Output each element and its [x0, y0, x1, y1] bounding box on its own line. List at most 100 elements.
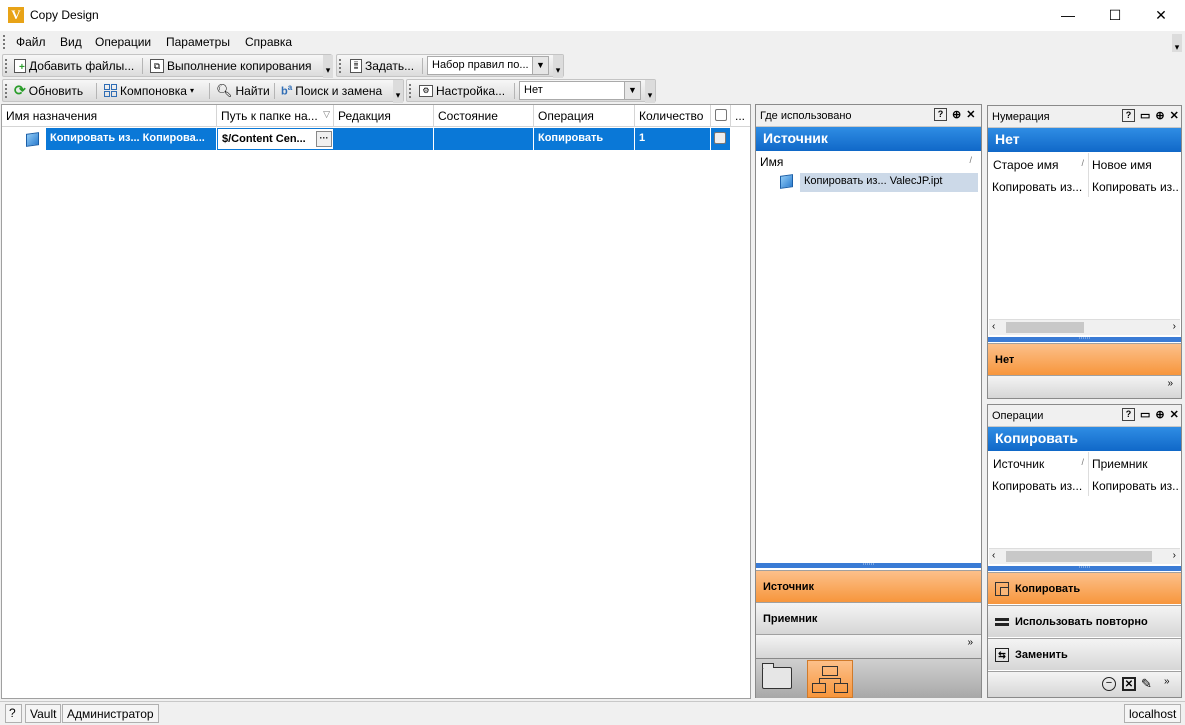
op-replace-button[interactable]: ⇆ Заменить	[988, 638, 1181, 670]
op-reuse-button[interactable]: Использовать повторно	[988, 605, 1181, 637]
toolbar-overflow-icon[interactable]: ▾	[393, 80, 403, 103]
magnifier-icon: 🔍︎	[216, 82, 233, 98]
menu-file[interactable]: Файл	[16, 35, 46, 49]
ruleset-select[interactable]: Набор правил по...	[427, 56, 549, 75]
status-vault: Vault	[25, 704, 62, 723]
maximize-button[interactable]: ☐	[1092, 0, 1138, 31]
add-files-button[interactable]: + Добавить файлы...	[11, 55, 137, 76]
cell-state[interactable]	[434, 128, 534, 150]
chevron-down-icon[interactable]: ▼	[532, 57, 548, 74]
cell-operation[interactable]: Копировать	[534, 128, 635, 150]
hierarchy-icon[interactable]	[807, 660, 853, 698]
header-checkbox[interactable]	[715, 109, 727, 121]
chevron-down-icon[interactable]: ▼	[624, 82, 640, 99]
pin-icon[interactable]: ⊕	[1155, 408, 1164, 421]
op-copy-button[interactable]: Копировать	[988, 572, 1181, 604]
column-operation[interactable]: Операция	[534, 105, 635, 127]
help-icon[interactable]: ?	[1122, 109, 1135, 122]
column-checkbox[interactable]	[711, 105, 731, 127]
column-folder-path[interactable]: Путь к папке на... ▽	[217, 105, 334, 127]
column-quantity[interactable]: Количество	[635, 105, 711, 127]
run-copy-button[interactable]: ⧉ Выполнение копирования	[147, 55, 315, 76]
numbering-col-new[interactable]: Новое имя	[1092, 158, 1180, 172]
panel-splitter[interactable]: ⋯⋯	[988, 565, 1181, 571]
toolbar-overflow-icon[interactable]: ▾	[645, 80, 655, 103]
column-more[interactable]: ...	[731, 105, 750, 127]
remove-icon[interactable]: −	[1102, 677, 1116, 691]
nav-overflow-icon[interactable]: »	[756, 634, 981, 658]
layout-grid-icon	[104, 84, 117, 97]
panel-splitter[interactable]: ⋯⋯	[756, 562, 981, 568]
scroll-thumb[interactable]	[1006, 551, 1152, 562]
menubar-overflow-icon[interactable]: ▾	[1172, 34, 1182, 52]
toolbar-overflow-icon[interactable]: ▾	[553, 55, 563, 78]
status-help-icon[interactable]: ?	[5, 704, 22, 723]
close-button[interactable]: ✕	[1138, 0, 1184, 31]
cell-target-name[interactable]: Копировать из... Копирова...	[46, 128, 217, 150]
operations-col-target[interactable]: Приемник	[1092, 457, 1180, 471]
column-state[interactable]: Состояние	[434, 105, 534, 127]
column-revision[interactable]: Редакция	[334, 105, 434, 127]
cell-revision[interactable]	[334, 128, 434, 150]
scroll-thumb[interactable]	[1006, 322, 1084, 333]
column-divider	[1088, 153, 1089, 197]
numbering-row-old[interactable]: Копировать из...	[992, 180, 1086, 194]
toolbar-grip[interactable]	[339, 59, 343, 73]
menu-operations[interactable]: Операции	[95, 35, 151, 49]
horizontal-scrollbar[interactable]: ‹ ›	[989, 548, 1180, 564]
where-used-col-name[interactable]: Имя /	[760, 155, 976, 173]
scroll-right-icon[interactable]: ›	[1173, 550, 1176, 561]
toolbar-grip[interactable]	[5, 84, 9, 98]
menubar-grip[interactable]	[3, 35, 7, 49]
restore-icon[interactable]: ▭	[1140, 109, 1150, 122]
operations-col-source[interactable]: Источник /	[993, 457, 1088, 471]
pin-icon[interactable]: ⊕	[952, 108, 961, 121]
settings-button[interactable]: ⚙ Настройка...	[416, 80, 508, 101]
find-button[interactable]: 🔍︎ Найти	[213, 80, 273, 101]
nav-target-button[interactable]: Приемник	[756, 602, 981, 634]
menu-help[interactable]: Справка	[245, 35, 292, 49]
refresh-button[interactable]: ⟳ Обновить	[11, 80, 86, 101]
pin-icon[interactable]: ⊕	[1155, 109, 1164, 122]
toolbar-grip[interactable]	[409, 84, 413, 98]
browse-path-button[interactable]: ···	[316, 131, 332, 147]
minimize-button[interactable]: —	[1045, 0, 1091, 31]
table-row[interactable]: Копировать из... Копирова... $/Content C…	[2, 128, 750, 150]
delete-box-icon[interactable]: ✕	[1122, 677, 1136, 691]
panel-splitter[interactable]: ⋯⋯	[988, 336, 1181, 342]
operations-row-target[interactable]: Копировать из...	[1092, 479, 1180, 493]
layout-button[interactable]: Компоновка ▾	[101, 80, 197, 101]
cell-checkbox[interactable]	[711, 128, 731, 150]
close-icon[interactable]: ✕	[1170, 408, 1179, 421]
find-replace-button[interactable]: ba Поиск и замена	[278, 80, 385, 101]
restore-icon[interactable]: ▭	[1140, 408, 1150, 421]
nav-overflow-icon[interactable]: »	[1164, 676, 1170, 687]
toolbar-grip[interactable]	[5, 59, 9, 73]
row-checkbox[interactable]	[714, 132, 726, 144]
numbering-col-old[interactable]: Старое имя /	[993, 158, 1088, 172]
edit-icon[interactable]: ✎	[1141, 676, 1152, 692]
scroll-left-icon[interactable]: ‹	[992, 550, 995, 561]
close-icon[interactable]: ✕	[1170, 109, 1179, 122]
where-used-item[interactable]: Копировать из... ValecJP.ipt	[800, 173, 978, 192]
nav-overflow-icon[interactable]: »	[988, 375, 1181, 398]
operations-row-source[interactable]: Копировать из...	[992, 479, 1086, 493]
toolbar-rules: ≡ ≡ Задать... Набор правил по... ▼ ▾	[336, 54, 564, 78]
toolbar-overflow-icon[interactable]: ▾	[323, 55, 333, 78]
settings-select[interactable]: Нет	[519, 81, 641, 100]
nav-source-button[interactable]: Источник	[756, 570, 981, 602]
numbering-nav-none[interactable]: Нет	[988, 343, 1181, 375]
numbering-row-new[interactable]: Копировать из...	[1092, 180, 1180, 194]
folder-icon[interactable]	[762, 663, 796, 693]
close-icon[interactable]: ✕	[966, 108, 975, 121]
scroll-left-icon[interactable]: ‹	[992, 321, 995, 332]
cell-quantity[interactable]: 1	[635, 128, 711, 150]
column-target-name[interactable]: Имя назначения	[2, 105, 217, 127]
scroll-right-icon[interactable]: ›	[1173, 321, 1176, 332]
set-button[interactable]: ≡ ≡ Задать...	[347, 55, 417, 76]
menu-view[interactable]: Вид	[60, 35, 82, 49]
menu-parameters[interactable]: Параметры	[166, 35, 230, 49]
help-icon[interactable]: ?	[1122, 408, 1135, 421]
help-icon[interactable]: ?	[934, 108, 947, 121]
horizontal-scrollbar[interactable]: ‹ ›	[989, 319, 1180, 335]
